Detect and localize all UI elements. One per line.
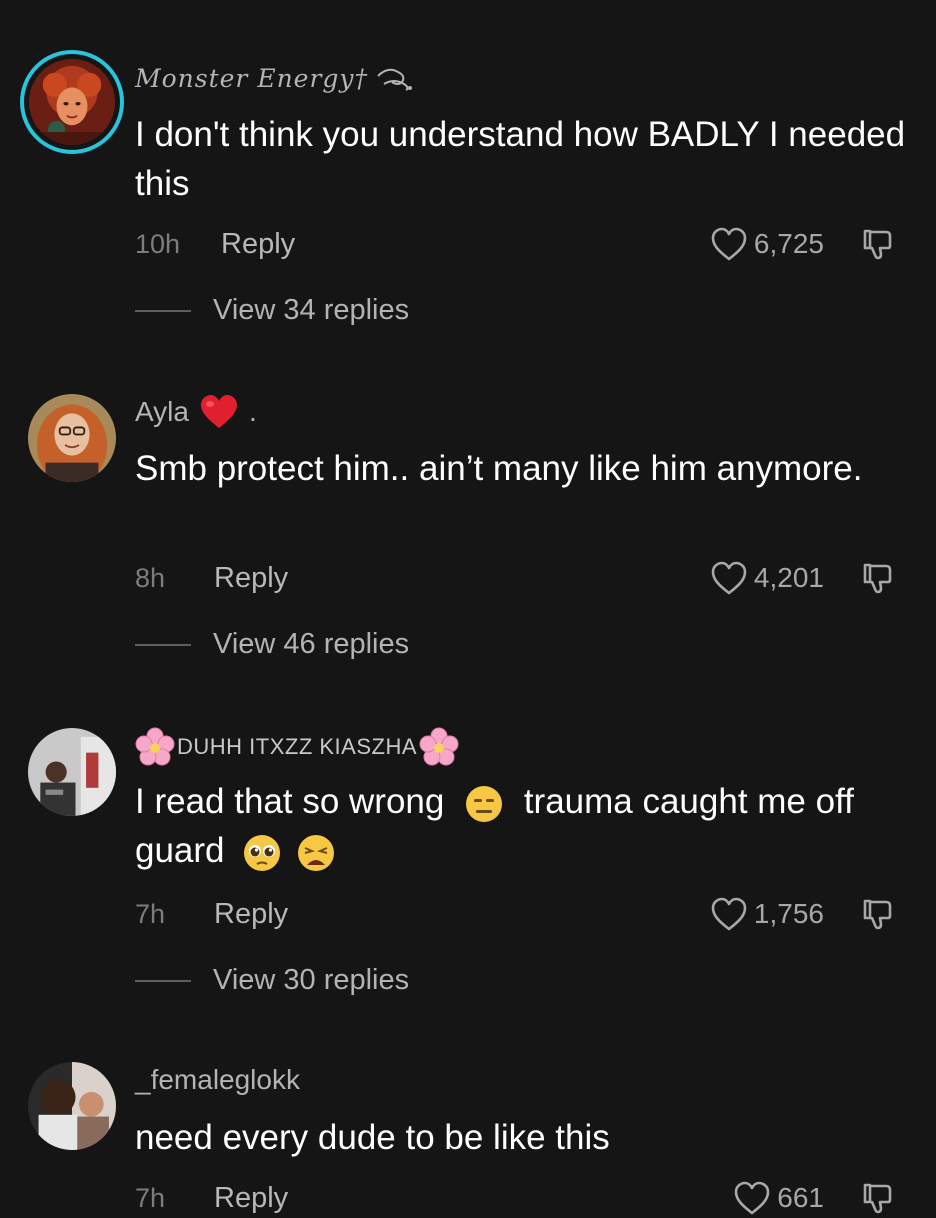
- username[interactable]: Ayla .: [135, 394, 257, 430]
- view-replies-label: View 30 replies: [213, 964, 410, 996]
- timestamp: 10h: [135, 229, 181, 259]
- pleading-face-emoji: [244, 834, 281, 871]
- view-replies-label: View 34 replies: [213, 294, 410, 326]
- avatar-image: [28, 728, 116, 816]
- cherry-blossom-emoji: [135, 727, 175, 766]
- thumbs-down-icon[interactable]: [860, 1180, 896, 1216]
- thumbs-down-icon[interactable]: [860, 560, 896, 596]
- comment-meta: 7h Reply 1,756: [135, 894, 936, 934]
- view-replies-button[interactable]: View 30 replies: [135, 964, 409, 997]
- heart-outline-icon: [734, 1181, 770, 1215]
- thumbs-down-icon[interactable]: [860, 226, 896, 262]
- timestamp: 7h: [135, 899, 166, 929]
- username-text: Monster Energy†: [135, 64, 369, 93]
- heart-emoji: [200, 395, 237, 428]
- heart-outline-icon: [711, 897, 747, 931]
- divider-line: [135, 979, 191, 982]
- reply-button[interactable]: Reply: [214, 558, 288, 598]
- heart-outline-icon: [711, 561, 747, 595]
- comment-text: I read that so wrong trauma caught me of…: [135, 777, 915, 875]
- view-replies-button[interactable]: View 46 replies: [135, 628, 409, 661]
- username[interactable]: Monster Energy†: [135, 64, 414, 93]
- comment-text: Smb protect him.. ain’t many like him an…: [135, 449, 863, 488]
- username-text: _femaleglokk: [135, 1064, 300, 1095]
- username-suffix: .: [248, 396, 257, 427]
- reply-button[interactable]: Reply: [214, 1178, 288, 1218]
- divider-line: [135, 309, 191, 312]
- like-count: 1,756: [753, 898, 824, 929]
- username-text: Ayla: [135, 396, 189, 427]
- heart-outline-icon: [711, 227, 747, 261]
- username[interactable]: _femaleglokk: [135, 1064, 300, 1096]
- view-replies-label: View 46 replies: [213, 628, 410, 660]
- username[interactable]: DUHH ITXZZ KIASZHA: [135, 727, 459, 767]
- expressionless-face-emoji: [466, 785, 503, 822]
- avatar[interactable]: [28, 394, 116, 482]
- thumbs-down-icon[interactable]: [860, 896, 896, 932]
- reply-button[interactable]: Reply: [221, 224, 295, 264]
- avatar[interactable]: [20, 50, 124, 154]
- like-button[interactable]: 661: [733, 1178, 824, 1218]
- username-text: DUHH ITXZZ KIASZHA: [177, 734, 418, 759]
- view-replies-button[interactable]: View 34 replies: [135, 294, 409, 327]
- like-button[interactable]: 6,725: [710, 224, 824, 264]
- comment-meta: 7h Reply 661: [135, 1178, 936, 1218]
- cherry-blossom-emoji: [419, 727, 459, 766]
- avatar[interactable]: [28, 728, 116, 816]
- like-count: 661: [777, 1182, 824, 1213]
- comment-meta: 10h Reply 6,725: [135, 224, 936, 264]
- timestamp: 8h: [135, 563, 166, 593]
- reply-button[interactable]: Reply: [214, 894, 288, 934]
- comment-text: I don't think you understand how BADLY I…: [135, 115, 906, 203]
- comment-text: need every dude to be like this: [135, 1118, 610, 1157]
- timestamp: 7h: [135, 1183, 166, 1213]
- comment-text-part: I read that so wrong: [135, 782, 445, 821]
- like-button[interactable]: 4,201: [710, 558, 824, 598]
- avatar-image: [28, 394, 116, 482]
- weary-face-emoji: [298, 834, 334, 871]
- like-button[interactable]: 1,756: [710, 894, 824, 934]
- comment-meta: 8h Reply 4,201: [135, 558, 936, 598]
- avatar-image: [28, 1062, 116, 1150]
- like-count: 6,725: [753, 228, 824, 259]
- divider-line: [135, 643, 191, 646]
- flourish-icon: [377, 68, 413, 91]
- avatar-image: [29, 59, 115, 145]
- like-count: 4,201: [753, 562, 824, 593]
- avatar[interactable]: [28, 1062, 116, 1150]
